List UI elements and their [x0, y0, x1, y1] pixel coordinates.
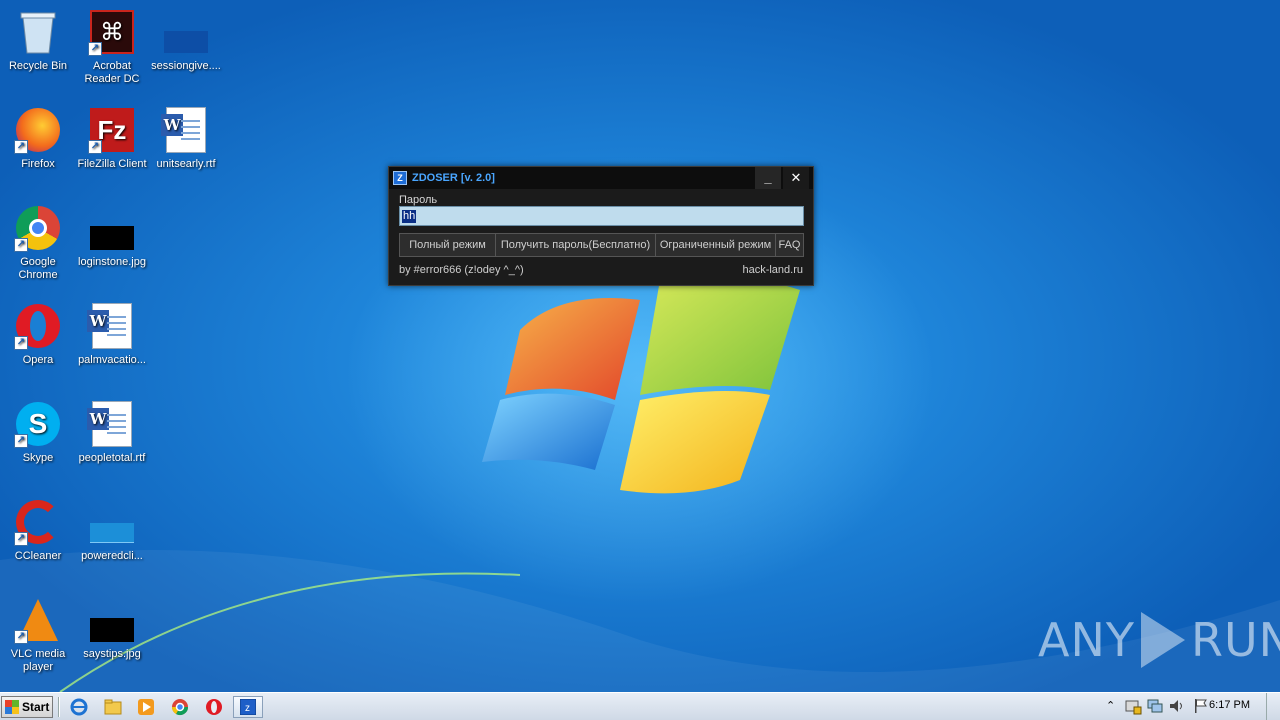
desktop-icon-label: poweredcli... — [81, 550, 143, 562]
app-logo-icon: Z — [393, 171, 407, 185]
start-button[interactable]: Start — [1, 696, 53, 718]
image-file-icon — [88, 498, 136, 546]
taskbar-media-player-icon[interactable] — [131, 696, 161, 718]
shortcut-arrow-icon: ↗ — [14, 434, 28, 448]
taskbar: Start z ⌃ 6:17 PM — [0, 692, 1280, 720]
full-mode-button[interactable]: Полный режим — [400, 234, 496, 256]
desktop-icon-acrobat[interactable]: ⌘ ↗ Acrobat Reader DC — [74, 8, 150, 86]
shortcut-arrow-icon: ↗ — [14, 336, 28, 350]
recycle-bin-icon — [14, 8, 62, 56]
desktop-icon-sessiongive[interactable]: sessiongive.... — [148, 8, 224, 73]
firefox-icon: ↗ — [14, 106, 62, 154]
word-document-icon: W — [161, 106, 210, 154]
anyrun-watermark: ANY RUN — [1038, 612, 1280, 668]
play-icon — [1140, 612, 1185, 668]
word-document-icon: W — [87, 302, 136, 350]
watermark-text-right: RUN — [1190, 613, 1280, 667]
desktop-icon-unitsearly[interactable]: W unitsearly.rtf — [148, 106, 224, 171]
window-title: ZDOSER [v. 2.0] — [412, 172, 495, 184]
start-label: Start — [22, 700, 50, 714]
network-icon[interactable] — [1146, 697, 1164, 718]
password-input[interactable]: hh — [399, 206, 804, 226]
taskbar-chrome-icon[interactable] — [165, 696, 195, 718]
action-center-icon[interactable] — [1124, 697, 1142, 718]
volume-icon[interactable] — [1168, 697, 1186, 718]
desktop-icon-label: Google Chrome — [18, 256, 58, 281]
desktop-icon-label: unitsearly.rtf — [156, 158, 216, 170]
author-credit: by #error666 (z!odey ^_^) — [399, 264, 524, 276]
website-link[interactable]: hack-land.ru — [742, 264, 803, 276]
desktop-icon-label: Acrobat Reader DC — [84, 60, 140, 85]
desktop-icon-label: FileZilla Client — [77, 158, 147, 170]
desktop-icon-chrome[interactable]: ↗ Google Chrome — [0, 204, 76, 282]
window-titlebar[interactable]: Z ZDOSER [v. 2.0] _ ✕ — [389, 167, 813, 189]
desktop-icon-skype[interactable]: S ↗ Skype — [0, 400, 76, 465]
filezilla-icon: Fz ↗ — [88, 106, 136, 154]
desktop-icon-loginstone[interactable]: loginstone.jpg — [74, 204, 150, 269]
desktop-icon-label: sessiongive.... — [151, 60, 221, 72]
desktop-icon-label: Recycle Bin — [8, 60, 68, 72]
password-input-value: hh — [402, 210, 417, 223]
shortcut-arrow-icon: ↗ — [14, 532, 28, 546]
watermark-text-left: ANY — [1038, 613, 1135, 667]
desktop-icon-label: Skype — [22, 452, 54, 464]
show-desktop-button[interactable] — [1266, 693, 1280, 720]
desktop-icon-label: loginstone.jpg — [78, 256, 146, 268]
desktop-icon-palmvacation[interactable]: W palmvacatio... — [74, 302, 150, 367]
desktop-icon-label: Firefox — [21, 158, 55, 170]
shortcut-arrow-icon: ↗ — [14, 238, 28, 252]
desktop-icon-label: peopletotal.rtf — [78, 452, 146, 464]
mode-button-row: Полный режим Получить пароль(Бесплатно) … — [399, 233, 804, 257]
image-file-icon — [88, 596, 136, 644]
get-password-button[interactable]: Получить пароль(Бесплатно) — [496, 234, 656, 256]
desktop-icon-label: VLC media player — [10, 648, 66, 673]
shortcut-arrow-icon: ↗ — [88, 140, 102, 154]
taskbar-opera-icon[interactable] — [199, 696, 229, 718]
taskbar-zdoser-icon[interactable]: z — [233, 696, 263, 718]
shortcut-arrow-icon: ↗ — [88, 42, 102, 56]
desktop-icon-ccleaner[interactable]: ↗ CCleaner — [0, 498, 76, 563]
desktop-icon-label: CCleaner — [14, 550, 62, 562]
ccleaner-icon: ↗ — [14, 498, 62, 546]
taskbar-separator — [58, 697, 60, 717]
image-file-icon — [162, 8, 210, 56]
shortcut-arrow-icon: ↗ — [14, 630, 28, 644]
show-hidden-icons-icon[interactable]: ⌃ — [1106, 699, 1115, 712]
faq-button[interactable]: FAQ — [776, 234, 803, 256]
limited-mode-button[interactable]: Ограниченный режим — [656, 234, 776, 256]
chrome-icon: ↗ — [14, 204, 62, 252]
opera-icon: ↗ — [14, 302, 62, 350]
desktop-wallpaper — [0, 0, 1280, 692]
desktop-icon-firefox[interactable]: ↗ Firefox — [0, 106, 76, 171]
windows-flag-icon — [5, 700, 19, 714]
desktop-icon-poweredcli[interactable]: poweredcli... — [74, 498, 150, 563]
desktop-icon-filezilla[interactable]: Fz ↗ FileZilla Client — [74, 106, 150, 171]
zdoser-window: Z ZDOSER [v. 2.0] _ ✕ Пароль hh Полный р… — [388, 166, 814, 286]
desktop-icon-vlc[interactable]: ↗ VLC media player — [0, 596, 76, 674]
taskbar-explorer-icon[interactable] — [98, 696, 128, 718]
desktop-icon-peopletotal[interactable]: W peopletotal.rtf — [74, 400, 150, 465]
flag-notification-icon[interactable] — [1192, 697, 1210, 718]
desktop-icon-opera[interactable]: ↗ Opera — [0, 302, 76, 367]
vlc-cone-icon: ↗ — [14, 596, 62, 644]
shortcut-arrow-icon: ↗ — [14, 140, 28, 154]
minimize-button[interactable]: _ — [755, 167, 781, 189]
image-file-icon — [88, 204, 136, 252]
password-label: Пароль — [399, 194, 438, 206]
windows-logo-wallpaper — [0, 276, 1280, 692]
word-document-icon: W — [87, 400, 136, 448]
desktop-icon-saystips[interactable]: saystips.jpg — [74, 596, 150, 661]
close-button[interactable]: ✕ — [783, 167, 809, 189]
skype-icon: S ↗ — [14, 400, 62, 448]
acrobat-icon: ⌘ ↗ — [88, 8, 136, 56]
svg-text:z: z — [245, 703, 250, 714]
desktop-icon-label: palmvacatio... — [78, 354, 146, 366]
system-tray: ⌃ — [1102, 695, 1280, 719]
desktop-icon-label: saystips.jpg — [83, 648, 141, 660]
taskbar-ie-icon[interactable] — [64, 696, 94, 718]
desktop-icon-label: Opera — [22, 354, 54, 366]
taskbar-clock[interactable]: 6:17 PM — [1209, 699, 1250, 711]
desktop-icon-recycle-bin[interactable]: Recycle Bin — [0, 8, 76, 73]
